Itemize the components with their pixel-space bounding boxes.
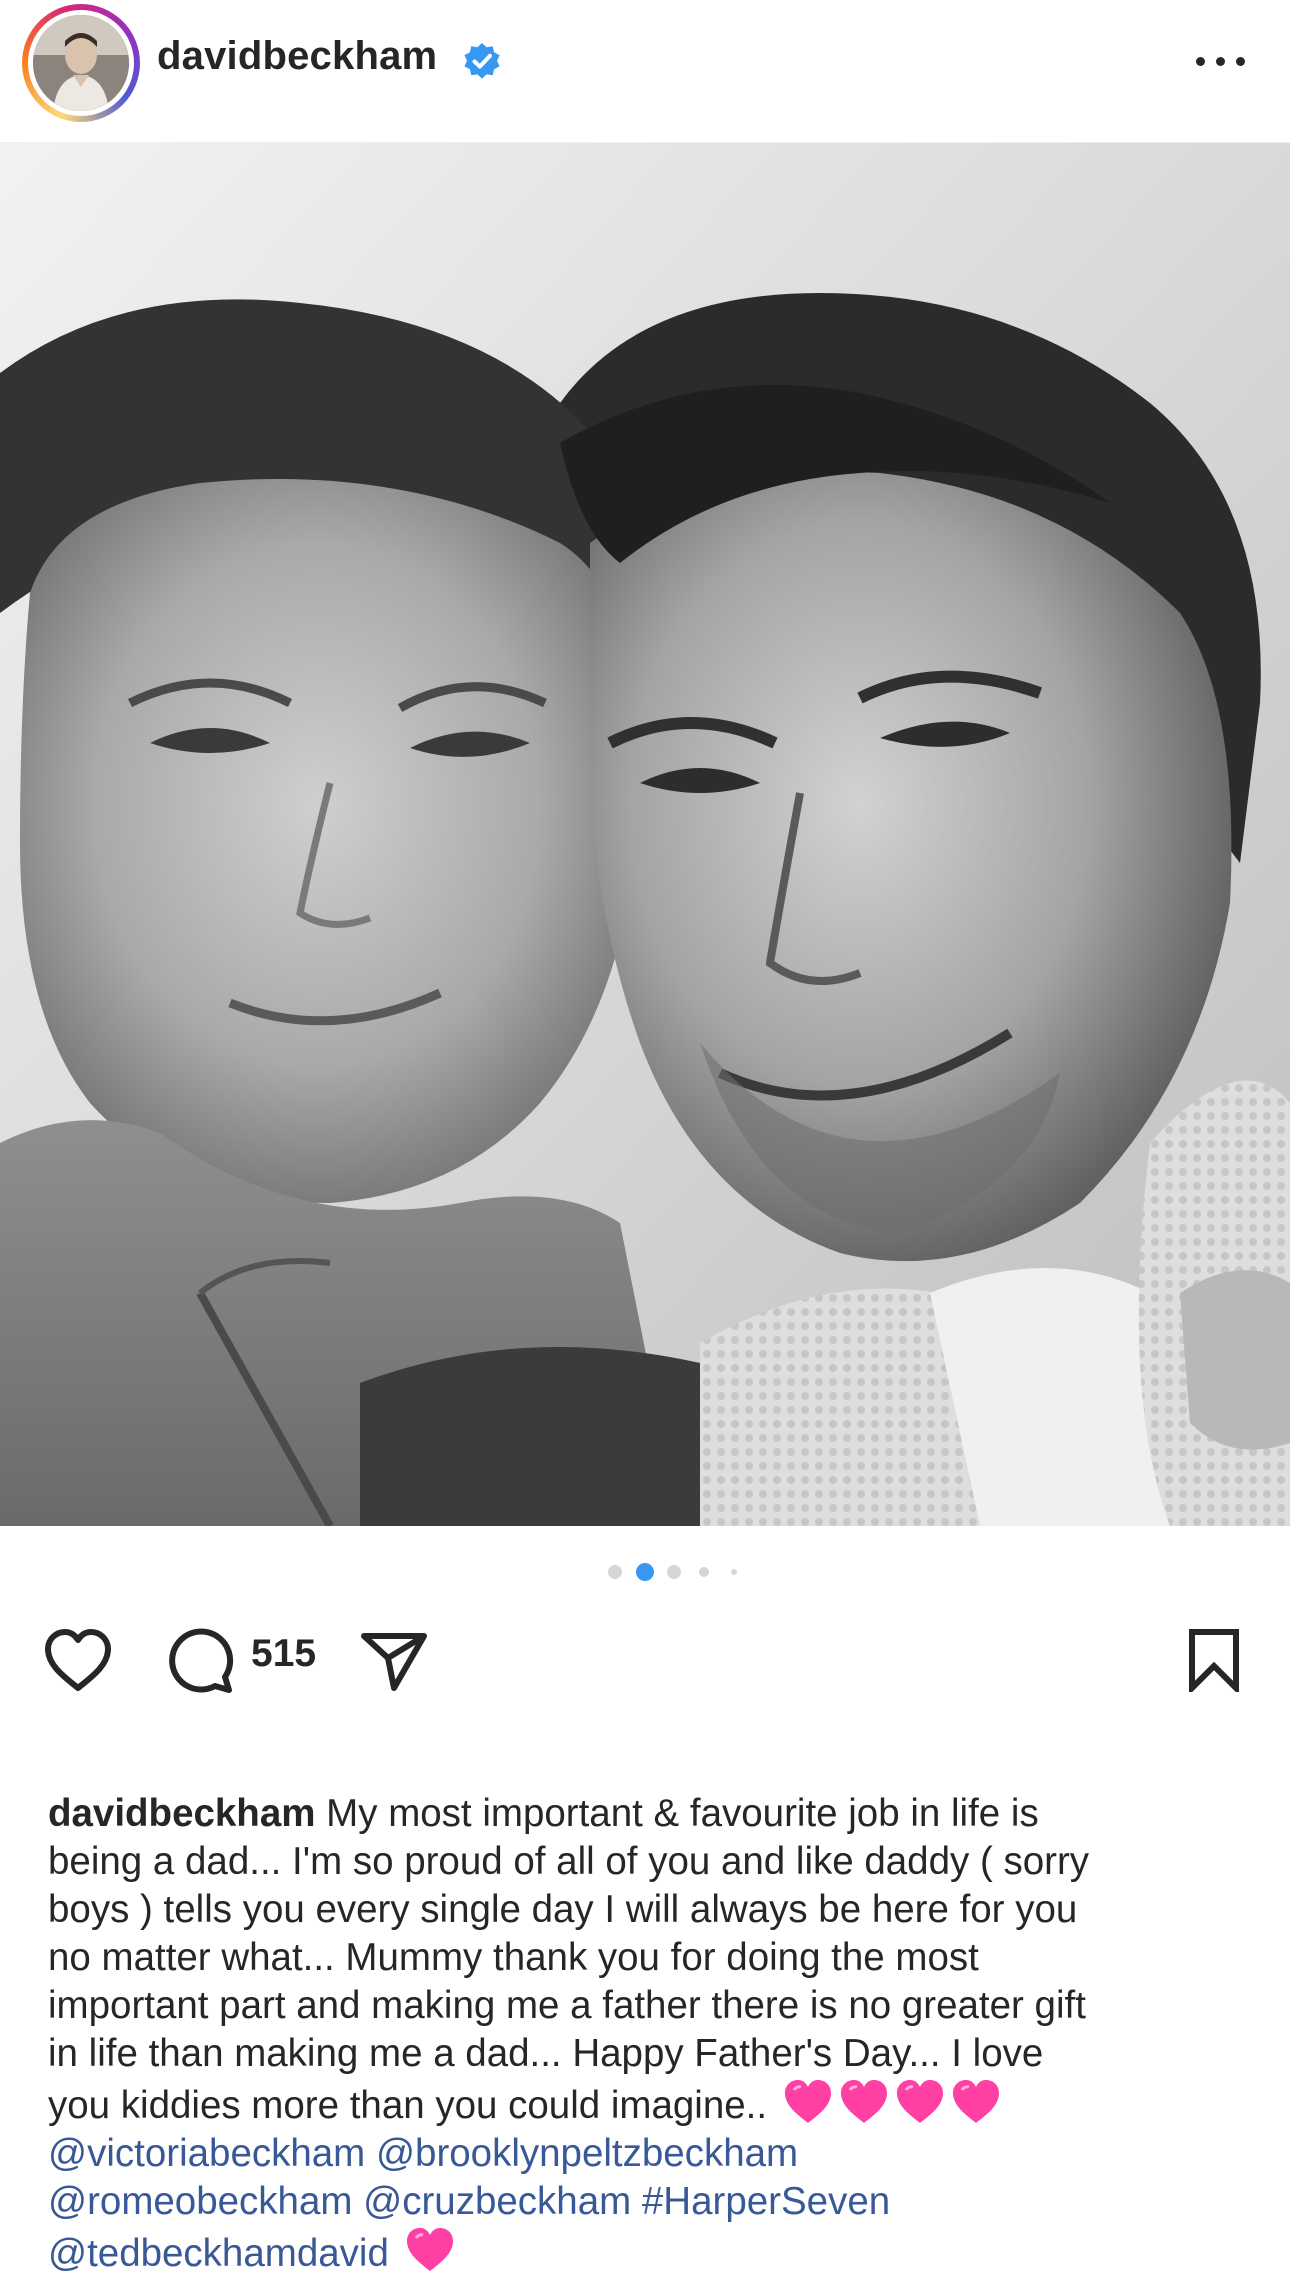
heart-outline-icon[interactable] [42, 1628, 114, 1692]
caption-text: you kiddies more than you could imagine.… [48, 2084, 778, 2127]
more-horizontal-icon [1196, 57, 1205, 66]
mention-link[interactable]: @tedbeckhamdavid [48, 2232, 389, 2275]
pink-heart-emoji-icon [784, 2080, 831, 2123]
caption-username[interactable]: davidbeckham [48, 1792, 315, 1835]
avatar[interactable] [33, 15, 129, 111]
carousel-dot[interactable] [608, 1565, 622, 1579]
mention-link[interactable]: @victoriabeckham [48, 2132, 365, 2175]
more-dot [1216, 57, 1225, 66]
carousel-dot[interactable] [699, 1567, 709, 1577]
story-ring-avatar[interactable] [22, 4, 140, 122]
caption-line: important part and making me a father th… [48, 1984, 1086, 2027]
hashtag-link[interactable]: #HarperSeven [642, 2180, 890, 2223]
pink-heart-emoji-icon [406, 2228, 453, 2271]
header-username[interactable]: davidbeckham [157, 34, 437, 79]
carousel-dot[interactable] [667, 1565, 681, 1579]
post-caption: davidbeckham My most important & favouri… [48, 1790, 1258, 2278]
verified-badge-icon [464, 43, 500, 79]
mention-link[interactable]: @cruzbeckham [363, 2180, 631, 2223]
mention-link[interactable]: @romeobeckham [48, 2180, 352, 2223]
caption-line: no matter what... Mummy thank you for do… [48, 1936, 979, 1979]
carousel-indicator [0, 1560, 1290, 1584]
caption-line: @victoriabeckham @brooklynpeltzbeckham [48, 2130, 1258, 2178]
caption-line: @tedbeckhamdavid [48, 2226, 1258, 2278]
more-options-button[interactable] [1192, 44, 1252, 78]
pink-heart-emoji-icon [896, 2080, 943, 2123]
more-dot [1236, 57, 1245, 66]
caption-line: being a dad... I'm so proud of all of yo… [48, 1840, 1090, 1883]
pink-heart-emoji-icon [952, 2080, 999, 2123]
caption-line: you kiddies more than you could imagine.… [48, 2078, 1258, 2130]
caption-line: @romeobeckham @cruzbeckham #HarperSeven [48, 2178, 1258, 2226]
send-icon[interactable] [360, 1630, 428, 1692]
comment-count[interactable]: 515 [251, 1632, 316, 1676]
carousel-dot-active[interactable] [636, 1563, 654, 1581]
mention-link[interactable]: @brooklynpeltzbeckham [376, 2132, 798, 2175]
caption-text: My most important & favourite job in lif… [315, 1792, 1039, 1835]
caption-line: davidbeckham My most important & favouri… [48, 1790, 1258, 1838]
action-bar: 515 [0, 1620, 1290, 1693]
avatar-image [33, 15, 129, 111]
post-photo[interactable] [0, 143, 1290, 1526]
carousel-dot[interactable] [731, 1569, 737, 1575]
post-header: davidbeckham [0, 0, 1290, 143]
bookmark-icon[interactable] [1186, 1628, 1242, 1692]
pink-heart-emoji-icon [840, 2080, 887, 2123]
caption-line: in life than making me a dad... Happy Fa… [48, 2032, 1044, 2075]
post-image [0, 143, 1290, 1526]
caption-line: boys ) tells you every single day I will… [48, 1888, 1078, 1931]
comment-icon[interactable] [163, 1628, 235, 1694]
